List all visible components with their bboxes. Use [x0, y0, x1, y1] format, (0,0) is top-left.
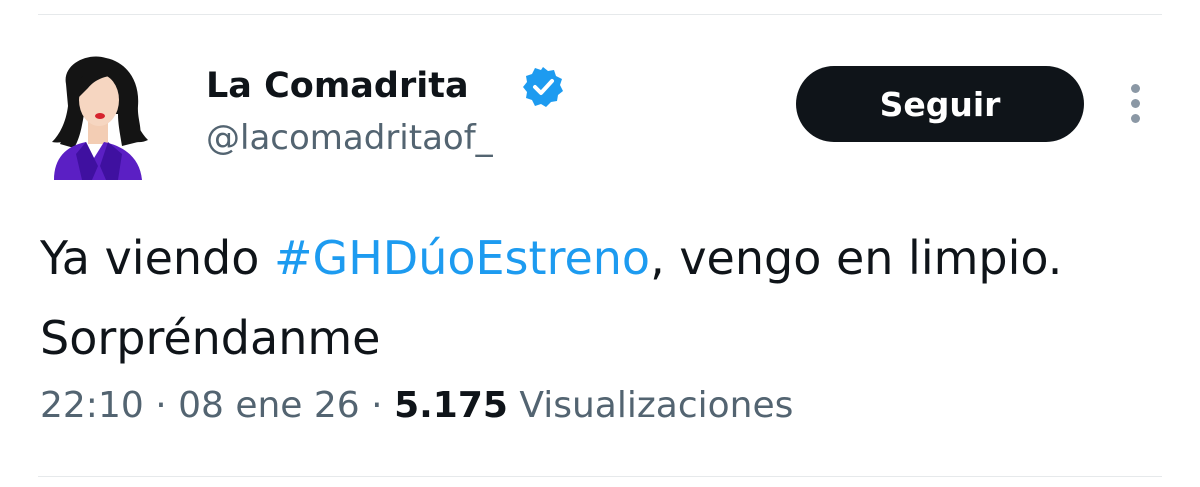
tweet-text-prefix: Ya viendo [40, 231, 274, 285]
views-label[interactable]: Visualizaciones [508, 385, 793, 426]
woman-illustration-avatar-icon [52, 56, 148, 180]
views-count[interactable]: 5.175 [394, 385, 508, 426]
more-options-icon[interactable] [1125, 84, 1147, 124]
tweet-date[interactable]: 08 ene 26 [178, 385, 360, 426]
verified-badge-icon[interactable] [521, 65, 565, 109]
tweet-time[interactable]: 22:10 [40, 385, 144, 426]
meta-separator: · [359, 385, 395, 426]
avatar[interactable] [48, 54, 151, 180]
hashtag-link[interactable]: #GHDúoEstreno [274, 231, 650, 285]
bottom-divider [38, 476, 1162, 477]
tweet-text: Ya viendo #GHDúoEstreno, vengo en limpio… [40, 218, 1160, 378]
meta-separator: · [143, 385, 179, 426]
dot-icon [1131, 84, 1140, 93]
top-divider [38, 14, 1162, 15]
tweet-meta: 22:10 · 08 ene 26 · 5.175 Visualizacione… [40, 385, 793, 426]
follow-button[interactable]: Seguir [796, 66, 1084, 142]
author-handle[interactable]: @lacomadritaof_ [206, 118, 493, 158]
dot-icon [1131, 114, 1140, 123]
author-display-name[interactable]: La Comadrita [206, 66, 469, 106]
dot-icon [1131, 99, 1140, 108]
tweet-card: La Comadrita @lacomadritaof_ Seguir Ya v… [0, 0, 1200, 487]
